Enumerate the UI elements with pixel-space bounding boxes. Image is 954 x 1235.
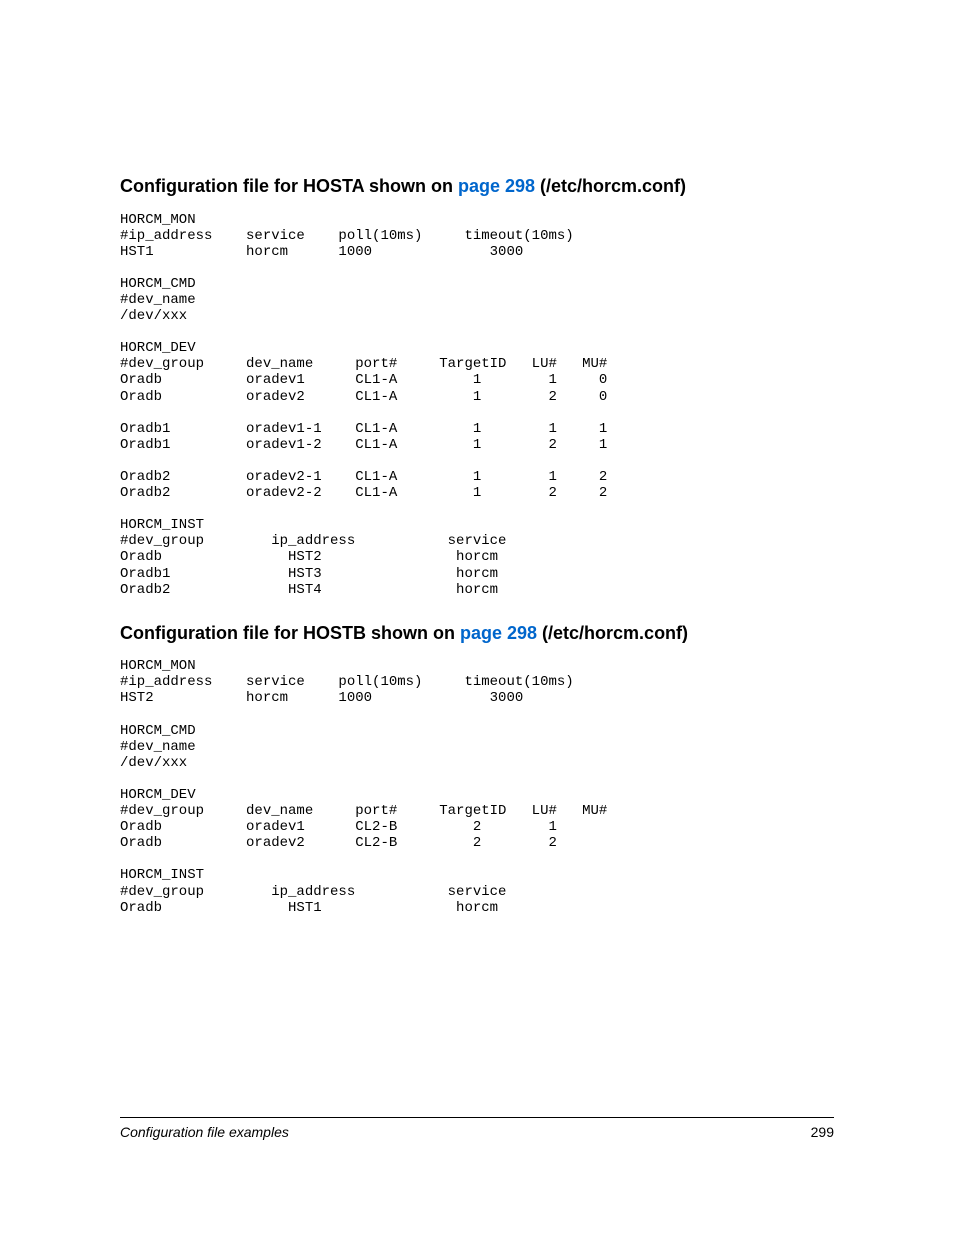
footer-page-number: 299 — [811, 1124, 834, 1140]
section1-config-body: HORCM_MON #ip_address service poll(10ms)… — [120, 212, 834, 598]
section2-config-body: HORCM_MON #ip_address service poll(10ms)… — [120, 658, 834, 916]
section2-heading: Configuration file for HOSTB shown on pa… — [120, 622, 834, 645]
section2-heading-prefix: Configuration file for HOSTB shown on — [120, 623, 460, 643]
section1-heading-prefix: Configuration file for HOSTA shown on — [120, 176, 458, 196]
footer-label: Configuration file examples — [120, 1124, 289, 1140]
section2-heading-suffix: (/etc/horcm.conf) — [537, 623, 688, 643]
page-footer: Configuration file examples 299 — [120, 1117, 834, 1140]
section1-heading-suffix: (/etc/horcm.conf) — [535, 176, 686, 196]
section1-heading: Configuration file for HOSTA shown on pa… — [120, 175, 834, 198]
section2-heading-link[interactable]: page 298 — [460, 623, 537, 643]
section1-heading-link[interactable]: page 298 — [458, 176, 535, 196]
